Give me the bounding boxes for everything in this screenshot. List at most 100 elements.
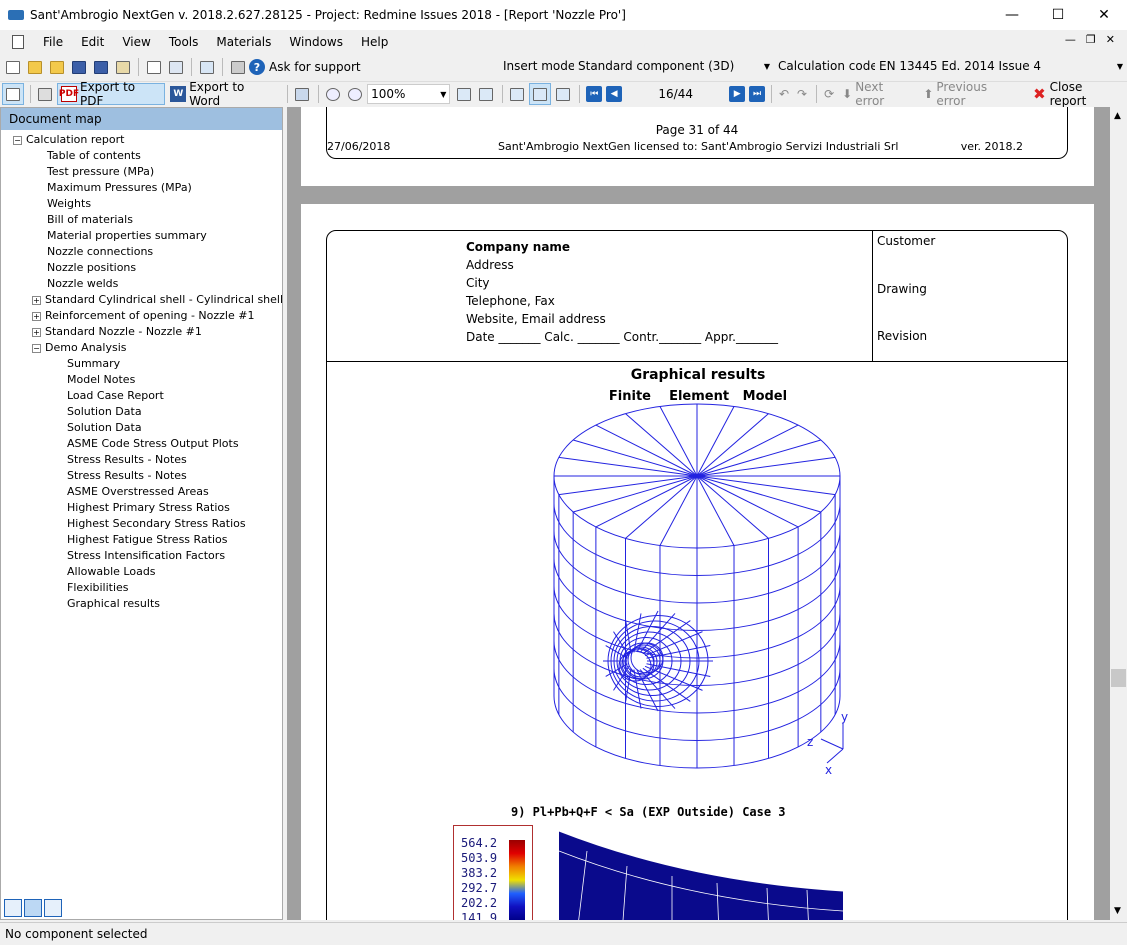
tools-icon[interactable] xyxy=(229,59,247,75)
list-view-icon[interactable] xyxy=(44,899,62,917)
forward-icon[interactable]: ↷ xyxy=(794,83,810,105)
tree-item[interactable]: + Standard Cylindrical shell - Cylindrica… xyxy=(1,292,303,308)
tree-item[interactable]: − Calculation report xyxy=(1,132,282,148)
menu-edit[interactable]: Edit xyxy=(72,35,113,49)
tree-item[interactable]: Nozzle welds xyxy=(1,276,282,292)
tree-item[interactable]: Nozzle positions xyxy=(1,260,282,276)
print-preview-icon[interactable] xyxy=(145,59,163,75)
tree-item[interactable]: ASME Code Stress Output Plots xyxy=(1,436,282,452)
report-scrollbar[interactable]: ▲ ▼ xyxy=(1110,107,1127,920)
previous-page-icon[interactable]: ◀ xyxy=(606,86,623,102)
tree-item-label: Demo Analysis xyxy=(45,341,127,354)
tree-item[interactable]: Load Case Report xyxy=(1,388,282,404)
save-icon[interactable] xyxy=(70,59,88,75)
structure-view-icon[interactable] xyxy=(24,899,42,917)
mail-icon[interactable] xyxy=(167,59,185,75)
tree-item[interactable]: Test pressure (MPa) xyxy=(1,164,282,180)
scroll-up-icon[interactable]: ▲ xyxy=(1114,111,1121,121)
expand-icon[interactable]: + xyxy=(32,295,41,305)
maximize-button[interactable]: ☐ xyxy=(1035,0,1081,30)
tree-item[interactable]: Model Notes xyxy=(1,372,282,388)
find-icon[interactable] xyxy=(292,83,312,105)
clipboard-icon[interactable] xyxy=(198,59,216,75)
tree-item-label: ASME Overstressed Areas xyxy=(67,485,209,498)
open-folder-icon[interactable] xyxy=(26,59,44,75)
next-page-icon[interactable]: ▶ xyxy=(729,86,746,102)
menu-windows[interactable]: Windows xyxy=(280,35,352,49)
tree-item[interactable]: Weights xyxy=(1,196,282,212)
tree-item[interactable]: + Standard Nozzle - Nozzle #1 xyxy=(1,324,282,340)
zoom-out-icon[interactable] xyxy=(345,83,365,105)
tree-item[interactable]: − Demo Analysis xyxy=(1,340,282,356)
single-page-icon[interactable] xyxy=(507,83,527,105)
customer-label: Customer xyxy=(877,234,936,248)
legend-color-bar xyxy=(509,840,525,920)
back-icon[interactable]: ↶ xyxy=(776,83,792,105)
print-icon[interactable] xyxy=(35,83,55,105)
new-icon[interactable] xyxy=(4,59,22,75)
previous-error-button[interactable]: ⬆ Previous error xyxy=(920,80,1022,108)
tree-item[interactable]: Material properties summary xyxy=(1,228,282,244)
zoom-select[interactable]: 100% ▼ xyxy=(367,84,451,104)
zoom-in-icon[interactable] xyxy=(323,83,343,105)
report-viewer[interactable]: Page 31 of 44 27/06/2018 Sant'Ambrogio N… xyxy=(287,107,1110,920)
help-icon: ? xyxy=(249,59,265,75)
export-icon[interactable] xyxy=(114,59,132,75)
last-page-icon[interactable]: ⏭ xyxy=(749,86,765,102)
tree-item[interactable]: Stress Results - Notes xyxy=(1,468,282,484)
menu-materials[interactable]: Materials xyxy=(207,35,280,49)
refresh-icon[interactable]: ⟳ xyxy=(821,83,837,105)
close-window-button[interactable]: ✕ xyxy=(1081,0,1127,30)
tree-item[interactable]: Maximum Pressures (MPa) xyxy=(1,180,282,196)
legend-value: 292.7 xyxy=(461,881,498,895)
export-pdf-button[interactable]: PDF Export to PDF xyxy=(56,80,166,108)
ask-support-button[interactable]: ? Ask for support xyxy=(249,59,361,75)
next-error-button[interactable]: ⬇ Next error xyxy=(839,80,918,108)
tree-item[interactable]: Allowable Loads xyxy=(1,564,282,580)
continuous-page-icon[interactable] xyxy=(529,83,552,105)
menu-help[interactable]: Help xyxy=(352,35,397,49)
save-all-icon[interactable] xyxy=(92,59,110,75)
page-indicator[interactable]: 16/44 xyxy=(634,84,717,104)
mdi-close-icon[interactable]: ✕ xyxy=(1106,33,1115,46)
menu-tools[interactable]: Tools xyxy=(160,35,208,49)
expand-icon[interactable]: + xyxy=(32,327,41,337)
document-map-toggle[interactable] xyxy=(2,83,24,105)
multi-page-icon[interactable] xyxy=(553,83,573,105)
tree-item[interactable]: Table of contents xyxy=(1,148,282,164)
tree-item[interactable]: Bill of materials xyxy=(1,212,282,228)
tree-item[interactable]: Stress Intensification Factors xyxy=(1,548,282,564)
tree-item[interactable]: Stress Results - Notes xyxy=(1,452,282,468)
close-report-button[interactable]: ✖ Close report xyxy=(1030,80,1125,108)
tree-item[interactable]: Highest Primary Stress Ratios xyxy=(1,500,282,516)
minimize-button[interactable]: — xyxy=(989,0,1035,30)
tree-item[interactable]: Highest Secondary Stress Ratios xyxy=(1,516,282,532)
tree-item[interactable]: Summary xyxy=(1,356,282,372)
tree-view-icon[interactable] xyxy=(4,899,22,917)
tree-item[interactable]: Flexibilities xyxy=(1,580,282,596)
expand-icon[interactable]: + xyxy=(32,311,41,321)
mdi-minimize-icon[interactable]: — xyxy=(1065,33,1076,46)
tree-item[interactable]: Highest Fatigue Stress Ratios xyxy=(1,532,282,548)
tree-item-label: Nozzle welds xyxy=(47,277,119,290)
collapse-icon[interactable]: − xyxy=(13,135,22,145)
export-word-button[interactable]: W Export to Word xyxy=(167,80,281,108)
tree-item[interactable]: Graphical results xyxy=(1,596,282,612)
tree-item[interactable]: Nozzle connections xyxy=(1,244,282,260)
calc-code-select[interactable]: EN 13445 Ed. 2014 Issue 4 ▼ xyxy=(875,56,1127,76)
page-width-icon[interactable] xyxy=(454,83,474,105)
whole-page-icon[interactable] xyxy=(476,83,496,105)
scroll-thumb[interactable] xyxy=(1111,669,1126,687)
tree-item[interactable]: + Reinforcement of opening - Nozzle #1 xyxy=(1,308,282,324)
tree-item[interactable]: Solution Data xyxy=(1,404,282,420)
scroll-down-icon[interactable]: ▼ xyxy=(1114,906,1121,916)
insert-mode-select[interactable]: Standard component (3D) ▼ xyxy=(574,56,774,76)
tree-item[interactable]: ASME Overstressed Areas xyxy=(1,484,282,500)
menu-view[interactable]: View xyxy=(113,35,159,49)
menu-file[interactable]: File xyxy=(34,35,72,49)
mdi-restore-icon[interactable]: ❐ xyxy=(1086,33,1096,46)
first-page-icon[interactable]: ⏮ xyxy=(586,86,603,102)
collapse-icon[interactable]: − xyxy=(32,343,41,353)
open-recent-icon[interactable] xyxy=(48,59,66,75)
tree-item[interactable]: Solution Data xyxy=(1,420,282,436)
